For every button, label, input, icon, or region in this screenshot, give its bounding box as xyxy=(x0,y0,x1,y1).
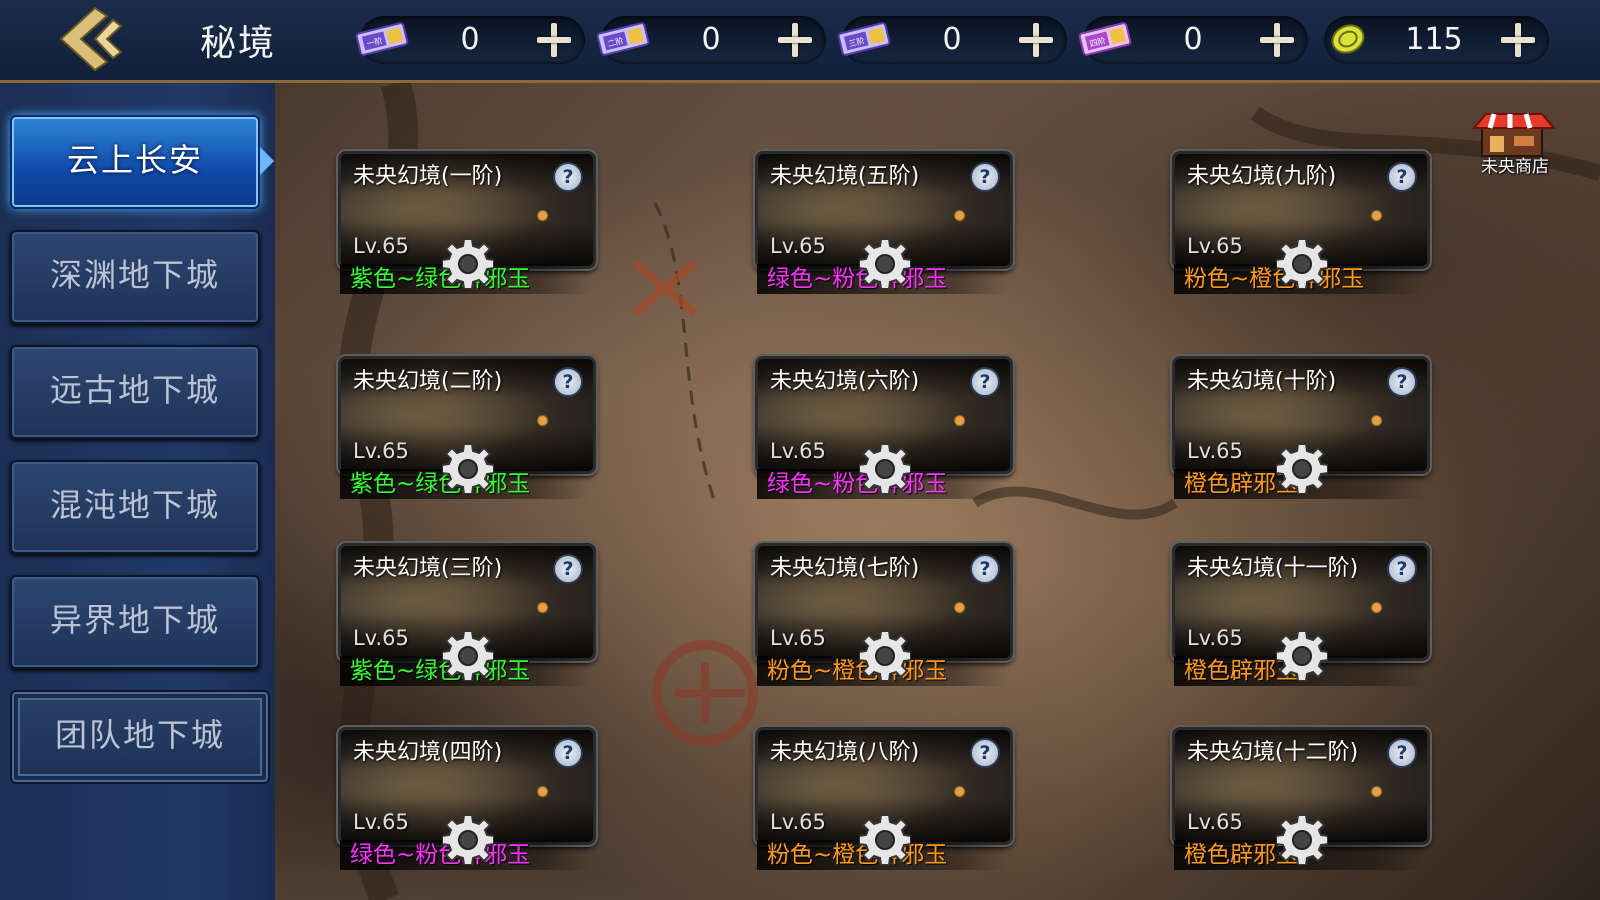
sidebar-item-team-dungeon[interactable]: 团队地下城 xyxy=(10,690,270,784)
dungeon-level: Lv.65 xyxy=(353,626,409,650)
plus-icon[interactable] xyxy=(1015,19,1057,61)
question-icon[interactable]: ? xyxy=(970,367,1000,397)
gear-icon[interactable] xyxy=(859,629,911,681)
sidebar-item-chaos-dungeon[interactable]: 混沌地下城 xyxy=(10,460,260,554)
dungeon-title: 未央幻境(二阶) xyxy=(353,369,503,394)
dungeon-title: 未央幻境(一阶) xyxy=(353,164,503,189)
sidebar-item-label: 异界地下城 xyxy=(49,601,220,639)
gear-icon[interactable] xyxy=(1276,442,1328,494)
dungeon-card[interactable]: 未央幻境(十阶)? Lv.65 橙色辟邪玉 xyxy=(1172,356,1430,499)
dungeon-card[interactable]: 未央幻境(四阶)? Lv.65 绿色~粉色辟邪玉 xyxy=(338,727,596,870)
question-icon[interactable]: ? xyxy=(553,367,583,397)
plus-icon[interactable] xyxy=(1497,19,1539,61)
resource-count: 0 xyxy=(942,22,962,57)
dungeon-card[interactable]: 未央幻境(七阶)? Lv.65 粉色~橙色辟邪玉 xyxy=(755,543,1013,686)
question-icon[interactable]: ? xyxy=(1387,738,1417,768)
sidebar-item-label: 云上长安 xyxy=(66,141,203,179)
dungeon-card[interactable]: 未央幻境(十一阶)? Lv.65 橙色辟邪玉 xyxy=(1172,543,1430,686)
sidebar-item-label: 深渊地下城 xyxy=(49,256,220,294)
plus-icon[interactable] xyxy=(533,19,575,61)
resource-ticket-4: 四阶 0 xyxy=(1078,16,1308,64)
dungeon-level: Lv.65 xyxy=(1187,810,1243,834)
coin-icon xyxy=(1331,24,1365,54)
plus-icon[interactable] xyxy=(774,19,816,61)
sidebar-item-ancient-dungeon[interactable]: 远古地下城 xyxy=(10,345,260,439)
dungeon-title: 未央幻境(十二阶) xyxy=(1187,740,1359,765)
dungeon-level: Lv.65 xyxy=(1187,234,1243,258)
dungeon-level: Lv.65 xyxy=(1187,626,1243,650)
gear-icon[interactable] xyxy=(1276,813,1328,865)
sidebar-item-label: 团队地下城 xyxy=(54,716,225,754)
gear-icon[interactable] xyxy=(859,442,911,494)
question-icon[interactable]: ? xyxy=(553,162,583,192)
dungeon-title: 未央幻境(十一阶) xyxy=(1187,556,1359,581)
resource-count: 115 xyxy=(1405,22,1463,57)
plus-icon[interactable] xyxy=(1256,19,1298,61)
dungeon-title: 未央幻境(六阶) xyxy=(770,369,920,394)
gear-icon[interactable] xyxy=(859,813,911,865)
dungeon-level: Lv.65 xyxy=(770,439,826,463)
dungeon-card[interactable]: 未央幻境(三阶)? Lv.65 紫色~绿色辟邪玉 xyxy=(338,543,596,686)
sidebar-item-yunshang-changan[interactable]: 云上长安 xyxy=(10,115,274,209)
dungeon-level: Lv.65 xyxy=(770,626,826,650)
dungeon-card[interactable]: 未央幻境(九阶)? Lv.65 粉色~橙色辟邪玉 xyxy=(1172,151,1430,294)
gear-icon[interactable] xyxy=(442,813,494,865)
question-icon[interactable]: ? xyxy=(970,162,1000,192)
sidebar: 云上长安 深渊地下城 远古地下城 混沌地下城 异界地下城 团队地下城 xyxy=(0,83,275,900)
resource-count: 0 xyxy=(460,22,480,57)
gear-icon[interactable] xyxy=(442,237,494,289)
back-arrow-icon[interactable] xyxy=(55,6,135,72)
dungeon-title: 未央幻境(三阶) xyxy=(353,556,503,581)
ticket-2-icon: 二阶 xyxy=(596,22,650,56)
sidebar-item-otherworld-dungeon[interactable]: 异界地下城 xyxy=(10,575,260,669)
dungeon-card[interactable]: 未央幻境(十二阶)? Lv.65 橙色辟邪玉 xyxy=(1172,727,1430,870)
resource-count: 0 xyxy=(1183,22,1203,57)
resource-ticket-1: 一阶 0 xyxy=(355,16,585,64)
dungeon-title: 未央幻境(十阶) xyxy=(1187,369,1337,394)
question-icon[interactable]: ? xyxy=(1387,367,1417,397)
dungeon-card[interactable]: 未央幻境(二阶)? Lv.65 紫色~绿色辟邪玉 xyxy=(338,356,596,499)
dungeon-level: Lv.65 xyxy=(353,810,409,834)
question-icon[interactable]: ? xyxy=(970,738,1000,768)
page-title: 秘境 xyxy=(200,23,277,64)
sidebar-item-label: 远古地下城 xyxy=(49,371,220,409)
question-icon[interactable]: ? xyxy=(970,554,1000,584)
gear-icon[interactable] xyxy=(442,629,494,681)
question-icon[interactable]: ? xyxy=(1387,162,1417,192)
resource-ticket-3: 三阶 0 xyxy=(837,16,1067,64)
dungeon-title: 未央幻境(九阶) xyxy=(1187,164,1337,189)
resource-coin: 115 xyxy=(1324,16,1549,64)
question-icon[interactable]: ? xyxy=(553,738,583,768)
dungeon-level: Lv.65 xyxy=(353,439,409,463)
gear-icon[interactable] xyxy=(1276,629,1328,681)
sidebar-item-label: 混沌地下城 xyxy=(49,486,220,524)
dungeon-level: Lv.65 xyxy=(1187,439,1243,463)
ticket-4-icon: 四阶 xyxy=(1078,22,1132,56)
gear-icon[interactable] xyxy=(1276,237,1328,289)
dungeon-title: 未央幻境(八阶) xyxy=(770,740,920,765)
gear-icon[interactable] xyxy=(442,442,494,494)
gear-icon[interactable] xyxy=(859,237,911,289)
dungeon-title: 未央幻境(五阶) xyxy=(770,164,920,189)
ticket-1-icon: 一阶 xyxy=(355,22,409,56)
dungeon-level: Lv.65 xyxy=(770,234,826,258)
sidebar-item-abyss-dungeon[interactable]: 深渊地下城 xyxy=(10,230,260,324)
dungeon-card[interactable]: 未央幻境(八阶)? Lv.65 粉色~橙色辟邪玉 xyxy=(755,727,1013,870)
question-icon[interactable]: ? xyxy=(1387,554,1417,584)
dungeon-card[interactable]: 未央幻境(一阶)? Lv.65 紫色~绿色辟邪玉 xyxy=(338,151,596,294)
dungeon-card[interactable]: 未央幻境(五阶)? Lv.65 绿色~粉色辟邪玉 xyxy=(755,151,1013,294)
dungeon-level: Lv.65 xyxy=(353,234,409,258)
dungeon-title: 未央幻境(七阶) xyxy=(770,556,920,581)
shop-button[interactable]: 未央商店 xyxy=(1470,110,1560,180)
dungeon-title: 未央幻境(四阶) xyxy=(353,740,503,765)
shop-label: 未央商店 xyxy=(1481,157,1549,177)
resource-count: 0 xyxy=(701,22,721,57)
dungeon-level: Lv.65 xyxy=(770,810,826,834)
dungeon-card[interactable]: 未央幻境(六阶)? Lv.65 绿色~粉色辟邪玉 xyxy=(755,356,1013,499)
top-bar: 秘境 一阶 0 二阶 0 三阶 0 四阶 0 115 xyxy=(0,0,1600,83)
resource-ticket-2: 二阶 0 xyxy=(596,16,826,64)
ticket-3-icon: 三阶 xyxy=(837,22,891,56)
question-icon[interactable]: ? xyxy=(553,554,583,584)
